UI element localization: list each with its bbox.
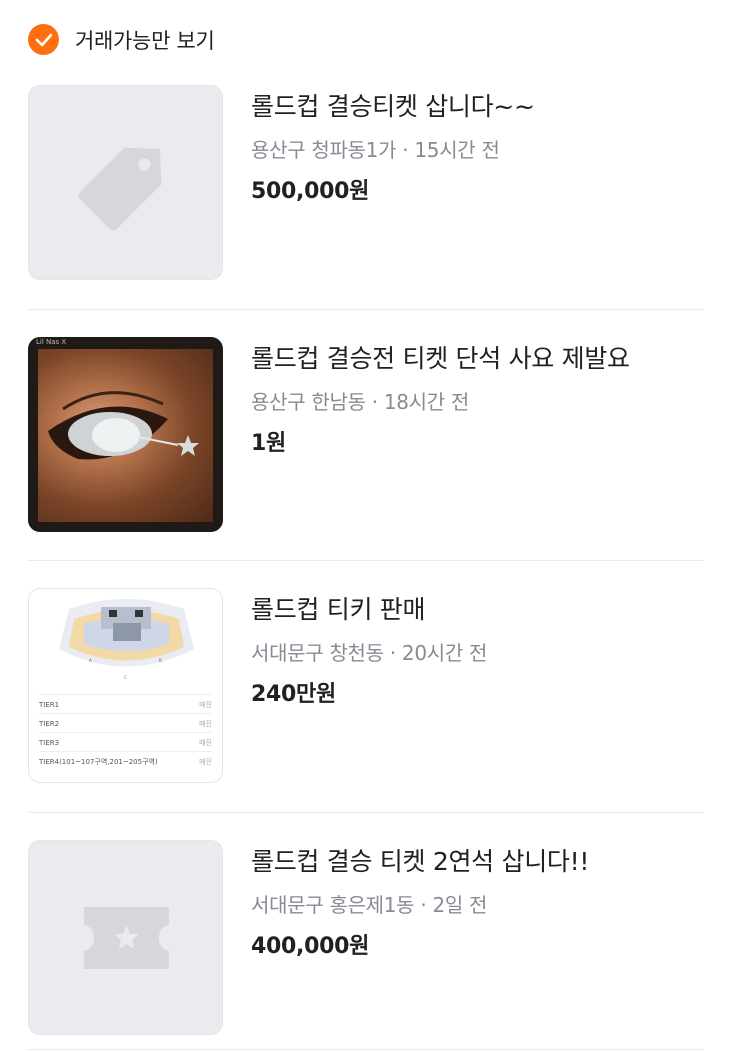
filter-label: 거래가능만 보기 [75,28,215,53]
item-title[interactable]: 롤드컵 결승 티켓 2연석 삽니다!! [251,844,704,880]
list-item[interactable]: 롤드컵 결승티켓 삽니다~~ 용산구 청파동1가 · 15시간 전 500,00… [28,85,704,281]
list-item[interactable]: 롤드컵 결승 티켓 2연석 삽니다!! 서대문구 홍은제1동 · 2일 전 40… [28,840,704,1036]
item-meta: 용산구 한남동 · 18시간 전 [251,390,470,414]
tier-name: TIER4(101~107구역,201~205구역) [39,757,158,766]
item-price: 500,000원 [251,179,370,204]
list-item[interactable]: A B C TIER1 매진 TIER2 매진 TIER3 매진 TIER4(1… [28,588,704,784]
svg-text:A: A [89,658,92,663]
tier-status: 매진 [199,700,212,709]
item-price: 400,000원 [251,934,370,959]
tier-status: 매진 [199,719,212,728]
tier-row: TIER3 매진 [39,732,212,752]
eye-photo [38,349,213,522]
tier-name: TIER2 [39,719,60,728]
item-title[interactable]: 롤드컵 결승전 티켓 단석 사요 제발요 [251,341,704,377]
photo-caption: Lil Nas X [36,338,67,346]
available-only-filter[interactable]: 거래가능만 보기 [28,24,215,55]
tag-icon [78,147,162,231]
ticket-icon [84,907,169,969]
tier-name: TIER3 [39,738,60,747]
tier-row: TIER4(101~107구역,201~205구역) 매진 [39,751,212,771]
item-price: 240만원 [251,682,336,707]
item-thumbnail[interactable]: Lil Nas X [28,337,223,532]
divider [28,560,704,561]
divider [28,812,704,813]
item-thumbnail[interactable] [28,85,223,280]
item-meta: 서대문구 홍은제1동 · 2일 전 [251,893,488,917]
seat-map: A B C [59,599,194,680]
item-thumbnail[interactable] [28,840,223,1035]
tier-row: TIER1 매진 [39,694,212,714]
svg-text:B: B [159,658,162,663]
list-item[interactable]: Lil Nas X 롤드컵 결승전 티켓 단석 사요 제발요 용산구 한남동 ·… [28,337,704,533]
tier-status: 매진 [199,738,212,747]
svg-text:C: C [124,675,127,680]
tier-name: TIER1 [39,700,60,709]
item-thumbnail[interactable]: A B C TIER1 매진 TIER2 매진 TIER3 매진 TIER4(1… [28,588,223,783]
item-meta: 용산구 청파동1가 · 15시간 전 [251,138,500,162]
divider [28,309,704,310]
divider [28,1049,704,1050]
item-meta: 서대문구 창천동 · 20시간 전 [251,641,488,665]
check-icon[interactable] [28,24,59,55]
tier-row: TIER2 매진 [39,713,212,733]
item-price: 1원 [251,431,286,456]
item-title[interactable]: 롤드컵 결승티켓 삽니다~~ [251,89,704,125]
tier-status: 매진 [199,757,212,766]
item-title[interactable]: 롤드컵 티키 판매 [251,592,704,628]
